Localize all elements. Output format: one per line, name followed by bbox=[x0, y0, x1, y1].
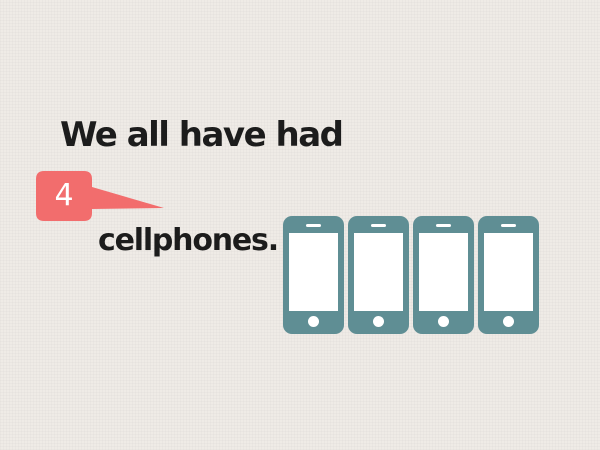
phone-home-button bbox=[503, 316, 514, 327]
smartphone-icon bbox=[283, 216, 344, 334]
smartphone-icon bbox=[413, 216, 474, 334]
slide: We all have had 4 cellphones. bbox=[0, 0, 600, 450]
phone-screen bbox=[289, 233, 338, 311]
subline-text: cellphones. bbox=[98, 223, 279, 258]
phone-screen bbox=[419, 233, 468, 311]
headline-text: We all have had bbox=[60, 115, 344, 155]
phone-screen bbox=[354, 233, 403, 311]
smartphone-icon bbox=[348, 216, 409, 334]
phone-speaker bbox=[371, 224, 386, 227]
phone-speaker bbox=[436, 224, 451, 227]
phone-icon-row bbox=[283, 216, 545, 334]
phone-home-button bbox=[308, 316, 319, 327]
phone-home-button bbox=[438, 316, 449, 327]
phone-speaker bbox=[306, 224, 321, 227]
callout-number: 4 bbox=[54, 178, 74, 213]
phone-home-button bbox=[373, 316, 384, 327]
phone-screen bbox=[484, 233, 533, 311]
smartphone-icon bbox=[478, 216, 539, 334]
phone-speaker bbox=[501, 224, 516, 227]
number-callout: 4 bbox=[36, 171, 166, 223]
